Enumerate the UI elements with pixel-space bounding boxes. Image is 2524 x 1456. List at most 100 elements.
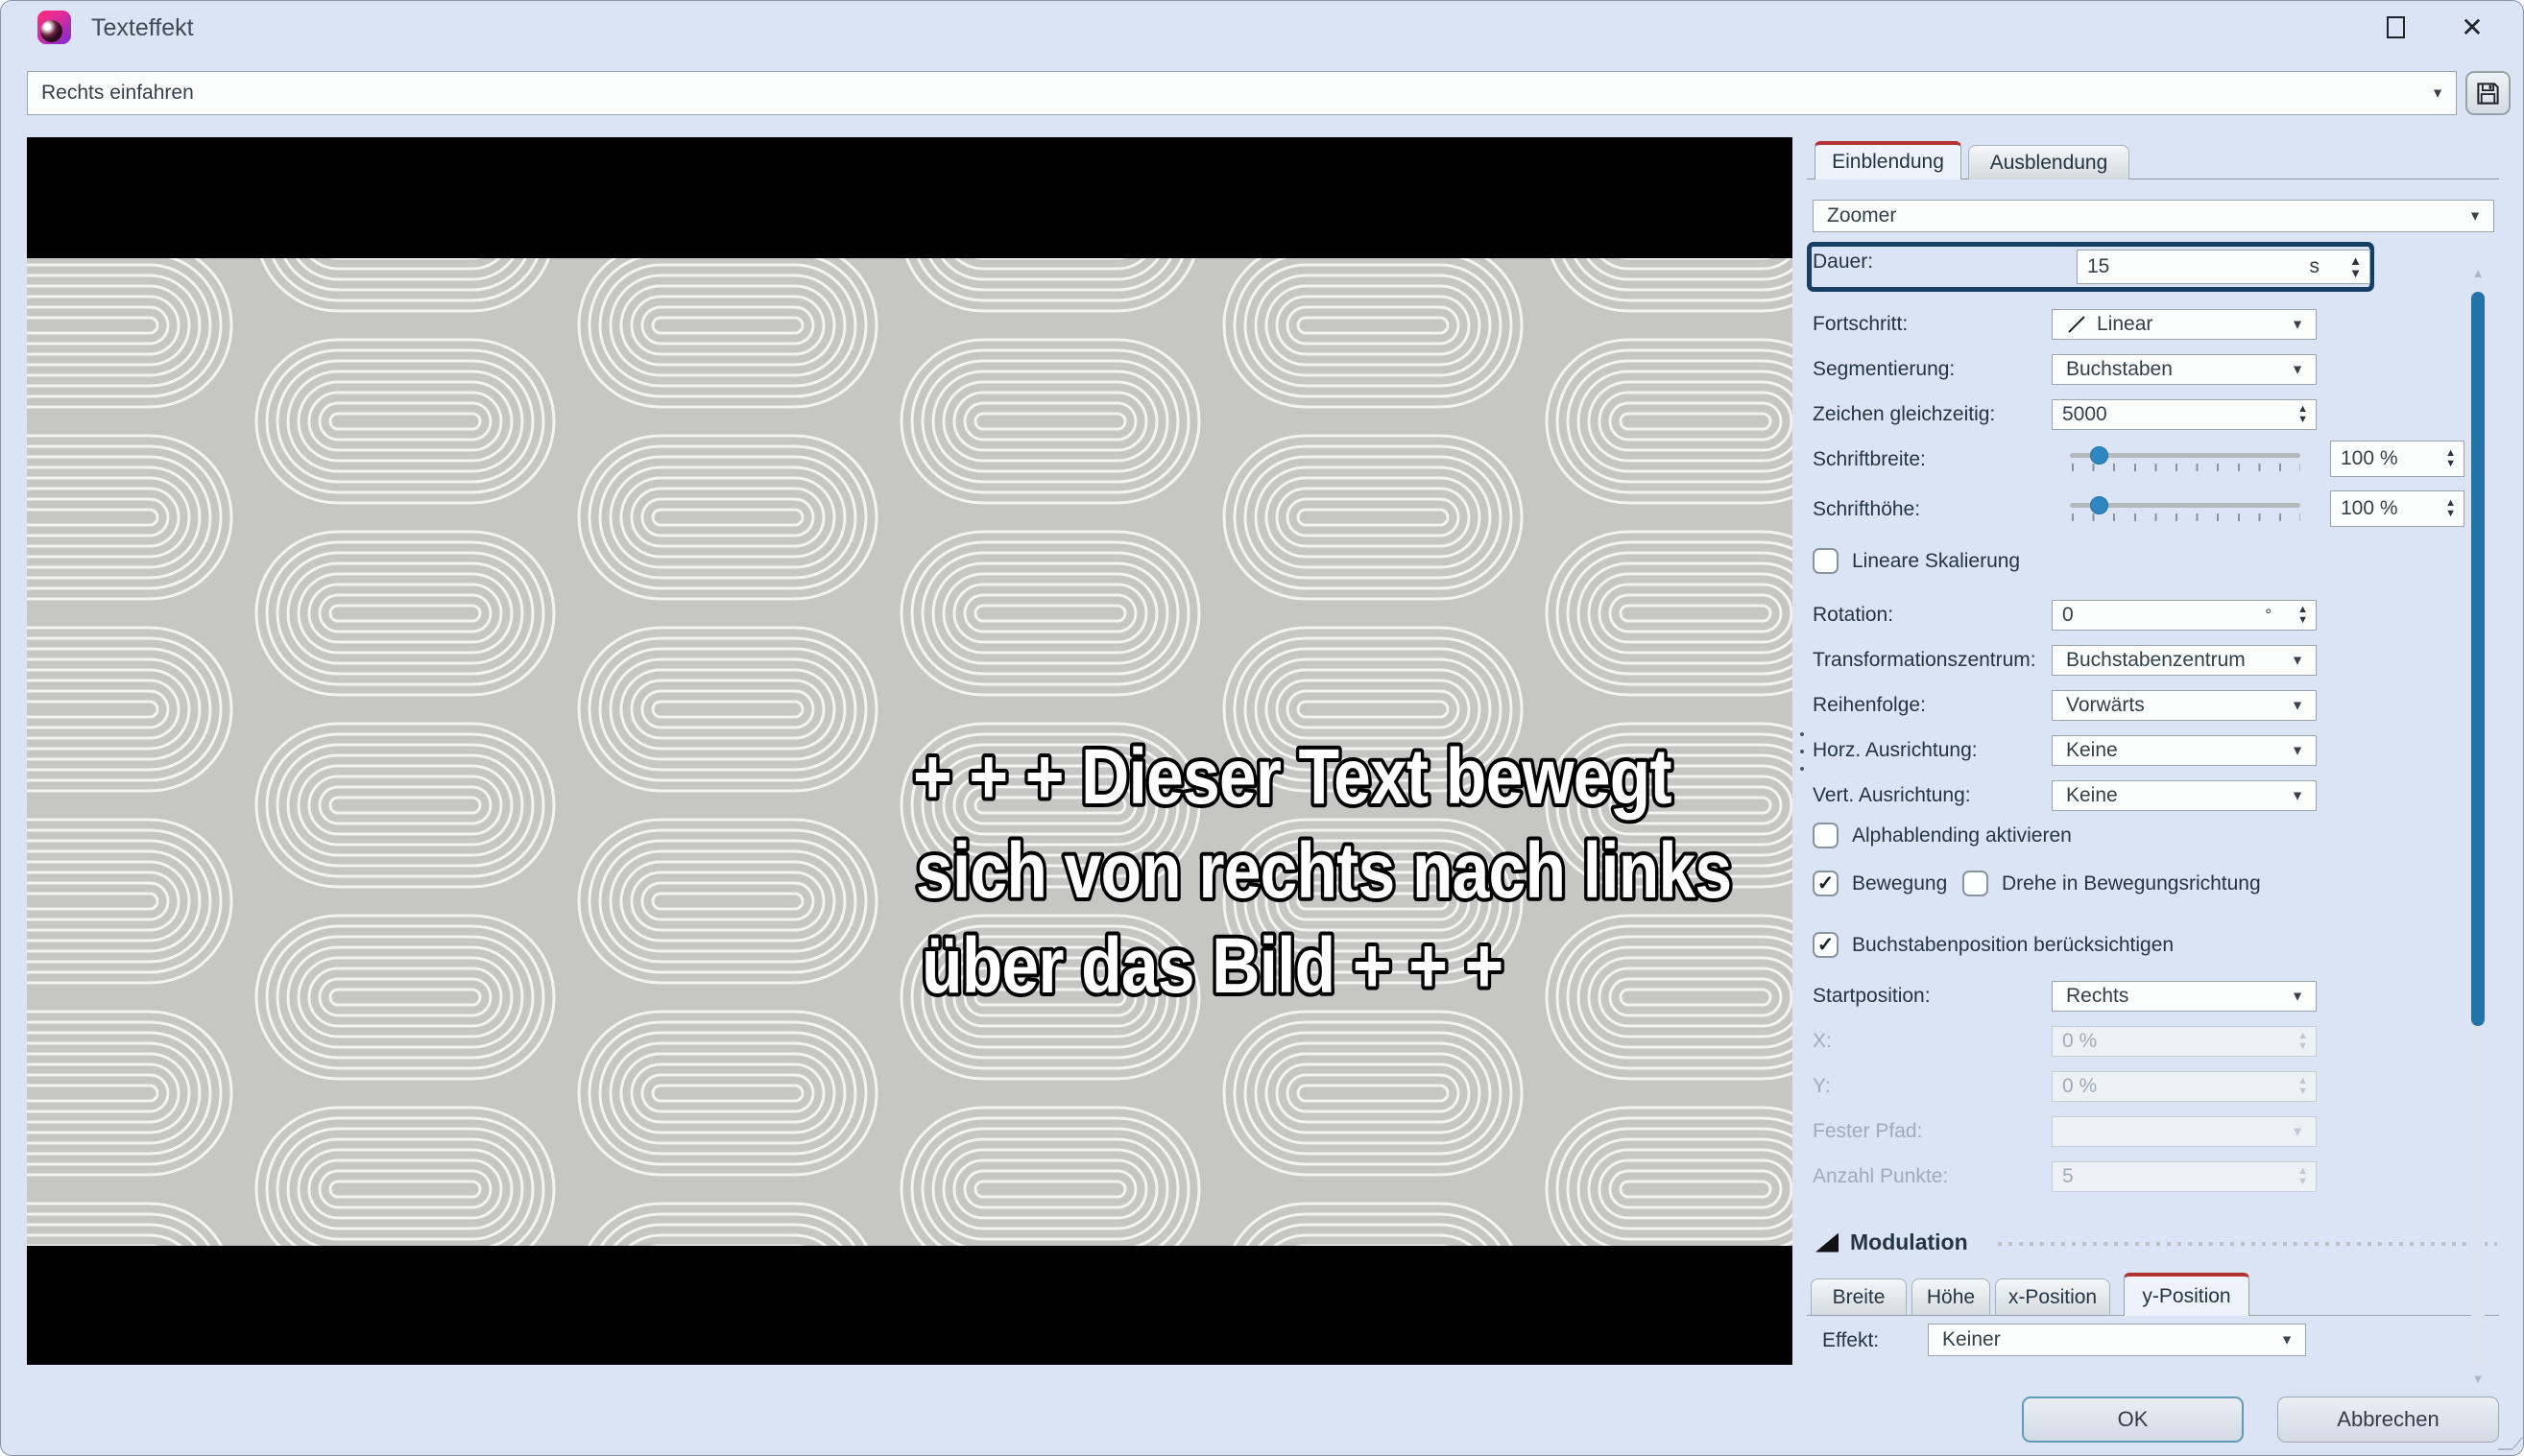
preset-combobox[interactable]: Rechts einfahren ▼	[27, 71, 2457, 115]
tab-einblendung[interactable]: Einblendung	[1815, 141, 1961, 179]
schrifthoehe-stepper[interactable]: ▲ ▼	[2445, 498, 2456, 519]
scrollbar-thumb[interactable]	[2471, 292, 2485, 1026]
chevron-down-icon: ▼	[2291, 316, 2304, 332]
spin-down-icon[interactable]: ▼	[2445, 459, 2456, 469]
effect-combobox[interactable]: Zoomer ▼	[1813, 200, 2494, 232]
chevron-down-icon: ▼	[2291, 988, 2304, 1004]
modtab-x-position[interactable]: x-Position	[1995, 1278, 2110, 1315]
spin-down-icon: ▼	[2297, 1086, 2308, 1097]
buchstabenposition-label: Buchstabenposition berücksichtigen	[1852, 933, 2175, 956]
segmentierung-combobox[interactable]: Buchstaben ▼	[2052, 354, 2317, 385]
rotation-unit: °	[2265, 606, 2272, 624]
modtab-hoehe[interactable]: Höhe	[1911, 1278, 1990, 1315]
tab-ausblendung[interactable]: Ausblendung	[1968, 145, 2129, 179]
chevron-down-icon: ▼	[2468, 207, 2482, 224]
lineare-skalierung-checkbox-row[interactable]: Lineare Skalierung	[1813, 548, 2020, 574]
preview-text-line-1: + + + Dieser Text bewegt	[913, 733, 1671, 822]
slider-thumb[interactable]	[2090, 446, 2108, 465]
spin-down-icon[interactable]: ▼	[2349, 267, 2362, 279]
buchstabenposition-checkbox-row[interactable]: ✓ Buchstabenposition berücksichtigen	[1813, 932, 2174, 958]
maximize-icon	[2386, 15, 2405, 38]
chevron-down-icon: ▼	[2431, 84, 2444, 101]
window-title: Texteffekt	[91, 14, 194, 41]
checkbox-unchecked[interactable]	[1962, 871, 1988, 896]
transformationszentrum-value: Buchstabenzentrum	[2066, 649, 2246, 671]
preset-value: Rechts einfahren	[41, 82, 194, 104]
segmentierung-label: Segmentierung:	[1813, 358, 1956, 380]
zeichen-input[interactable]: 5000 ▲ ▼	[2052, 399, 2317, 430]
schrifthoehe-value: 100 %	[2341, 497, 2398, 519]
dauer-input[interactable]: 15 s ▲ ▼	[2077, 250, 2370, 284]
resize-grip[interactable]	[2497, 1437, 2523, 1450]
cancel-button[interactable]: Abbrechen	[2277, 1396, 2499, 1443]
modtab-breite[interactable]: Breite	[1811, 1278, 1907, 1315]
chevron-down-icon: ▼	[2291, 361, 2304, 377]
zeichen-value: 5000	[2062, 403, 2107, 425]
alphablending-checkbox-row[interactable]: Alphablending aktivieren	[1813, 823, 2072, 848]
anzahl-punkte-label: Anzahl Punkte:	[1813, 1165, 1949, 1187]
modulation-title: Modulation	[1850, 1229, 1968, 1254]
modulation-section-header[interactable]: Modulation	[1815, 1229, 1968, 1255]
chevron-down-icon: ▼	[2291, 652, 2304, 668]
anzahl-punkte-stepper: ▲ ▼	[2297, 1166, 2308, 1187]
y-stepper: ▲ ▼	[2297, 1076, 2308, 1097]
startposition-value: Rechts	[2066, 985, 2129, 1007]
anzahl-punkte-value: 5	[2062, 1165, 2074, 1187]
startposition-combobox[interactable]: Rechts ▼	[2052, 981, 2317, 1012]
slider-thumb[interactable]	[2090, 496, 2108, 514]
spin-down-icon[interactable]: ▼	[2297, 415, 2308, 425]
titlebar[interactable]: Texteffekt ✕	[1, 1, 2523, 57]
schrifthoehe-label: Schrifthöhe:	[1813, 498, 1921, 520]
scroll-down-icon[interactable]: ▼	[2469, 1372, 2487, 1386]
effekt-combobox[interactable]: Keiner ▼	[1928, 1324, 2306, 1356]
bewegung-checkbox-row[interactable]: ✓ Bewegung	[1813, 871, 1947, 896]
modtab-y-position[interactable]: y-Position	[2124, 1273, 2249, 1316]
schriftbreite-slider[interactable]	[2070, 441, 2300, 471]
close-button[interactable]: ✕	[2449, 7, 2495, 47]
x-label: X:	[1813, 1030, 1832, 1052]
spin-down-icon[interactable]: ▼	[2445, 509, 2456, 519]
schriftbreite-stepper[interactable]: ▲ ▼	[2445, 448, 2456, 469]
panel-scrollbar[interactable]: ▲ ▼	[2469, 266, 2487, 1387]
x-stepper: ▲ ▼	[2297, 1031, 2308, 1052]
reihenfolge-combobox[interactable]: Vorwärts ▼	[2052, 690, 2317, 721]
zeichen-label: Zeichen gleichzeitig:	[1813, 403, 1996, 425]
scroll-up-icon[interactable]: ▲	[2469, 266, 2487, 280]
schrifthoehe-slider[interactable]	[2070, 490, 2300, 521]
dauer-stepper[interactable]: ▲ ▼	[2349, 254, 2362, 279]
texteffekt-dialog: Texteffekt ✕ Rechts einfahren ▼ + + + Di…	[0, 0, 2524, 1456]
preview-text-line-2: sich von rechts nach links	[916, 827, 1731, 916]
fortschritt-combobox[interactable]: Linear ▼	[2052, 309, 2317, 340]
collapse-triangle-icon	[1815, 1232, 1839, 1253]
chevron-down-icon: ▼	[2280, 1331, 2294, 1348]
schriftbreite-label: Schriftbreite:	[1813, 448, 1926, 470]
checkbox-checked[interactable]: ✓	[1813, 932, 1839, 958]
checkbox-unchecked[interactable]	[1813, 823, 1839, 848]
effekt-value: Keiner	[1942, 1328, 2001, 1350]
rotation-value: 0	[2062, 604, 2074, 626]
vert-ausrichtung-combobox[interactable]: Keine ▼	[2052, 780, 2317, 811]
schriftbreite-input[interactable]: 100 % ▲ ▼	[2330, 441, 2464, 477]
schrifthoehe-input[interactable]: 100 % ▲ ▼	[2330, 490, 2464, 527]
transformationszentrum-combobox[interactable]: Buchstabenzentrum ▼	[2052, 645, 2317, 676]
spin-down-icon[interactable]: ▼	[2297, 615, 2308, 626]
modulation-dotted-divider	[1998, 1242, 2497, 1246]
preview-text: + + + Dieser Text bewegt sich von rechts…	[909, 729, 1735, 1014]
bewegung-label: Bewegung	[1852, 871, 1948, 895]
save-preset-button[interactable]	[2465, 71, 2511, 115]
zeichen-stepper[interactable]: ▲ ▼	[2297, 404, 2308, 425]
splitter-handle[interactable]	[1795, 727, 1809, 776]
checkbox-checked[interactable]: ✓	[1813, 871, 1839, 896]
checkbox-unchecked[interactable]	[1813, 548, 1839, 574]
horz-ausrichtung-combobox[interactable]: Keine ▼	[2052, 735, 2317, 766]
rotation-input[interactable]: 0 ° ▲ ▼	[2052, 600, 2317, 631]
maximize-button[interactable]	[2372, 7, 2418, 47]
drehe-checkbox-row[interactable]: Drehe in Bewegungsrichtung	[1962, 871, 2261, 896]
dauer-value: 15	[2087, 255, 2110, 277]
rotation-stepper[interactable]: ▲ ▼	[2297, 605, 2308, 626]
spin-down-icon: ▼	[2297, 1176, 2308, 1187]
chevron-down-icon: ▼	[2291, 787, 2304, 803]
spin-down-icon: ▼	[2297, 1040, 2308, 1052]
ok-button[interactable]: OK	[2022, 1396, 2244, 1443]
linear-curve-icon	[2068, 316, 2085, 333]
